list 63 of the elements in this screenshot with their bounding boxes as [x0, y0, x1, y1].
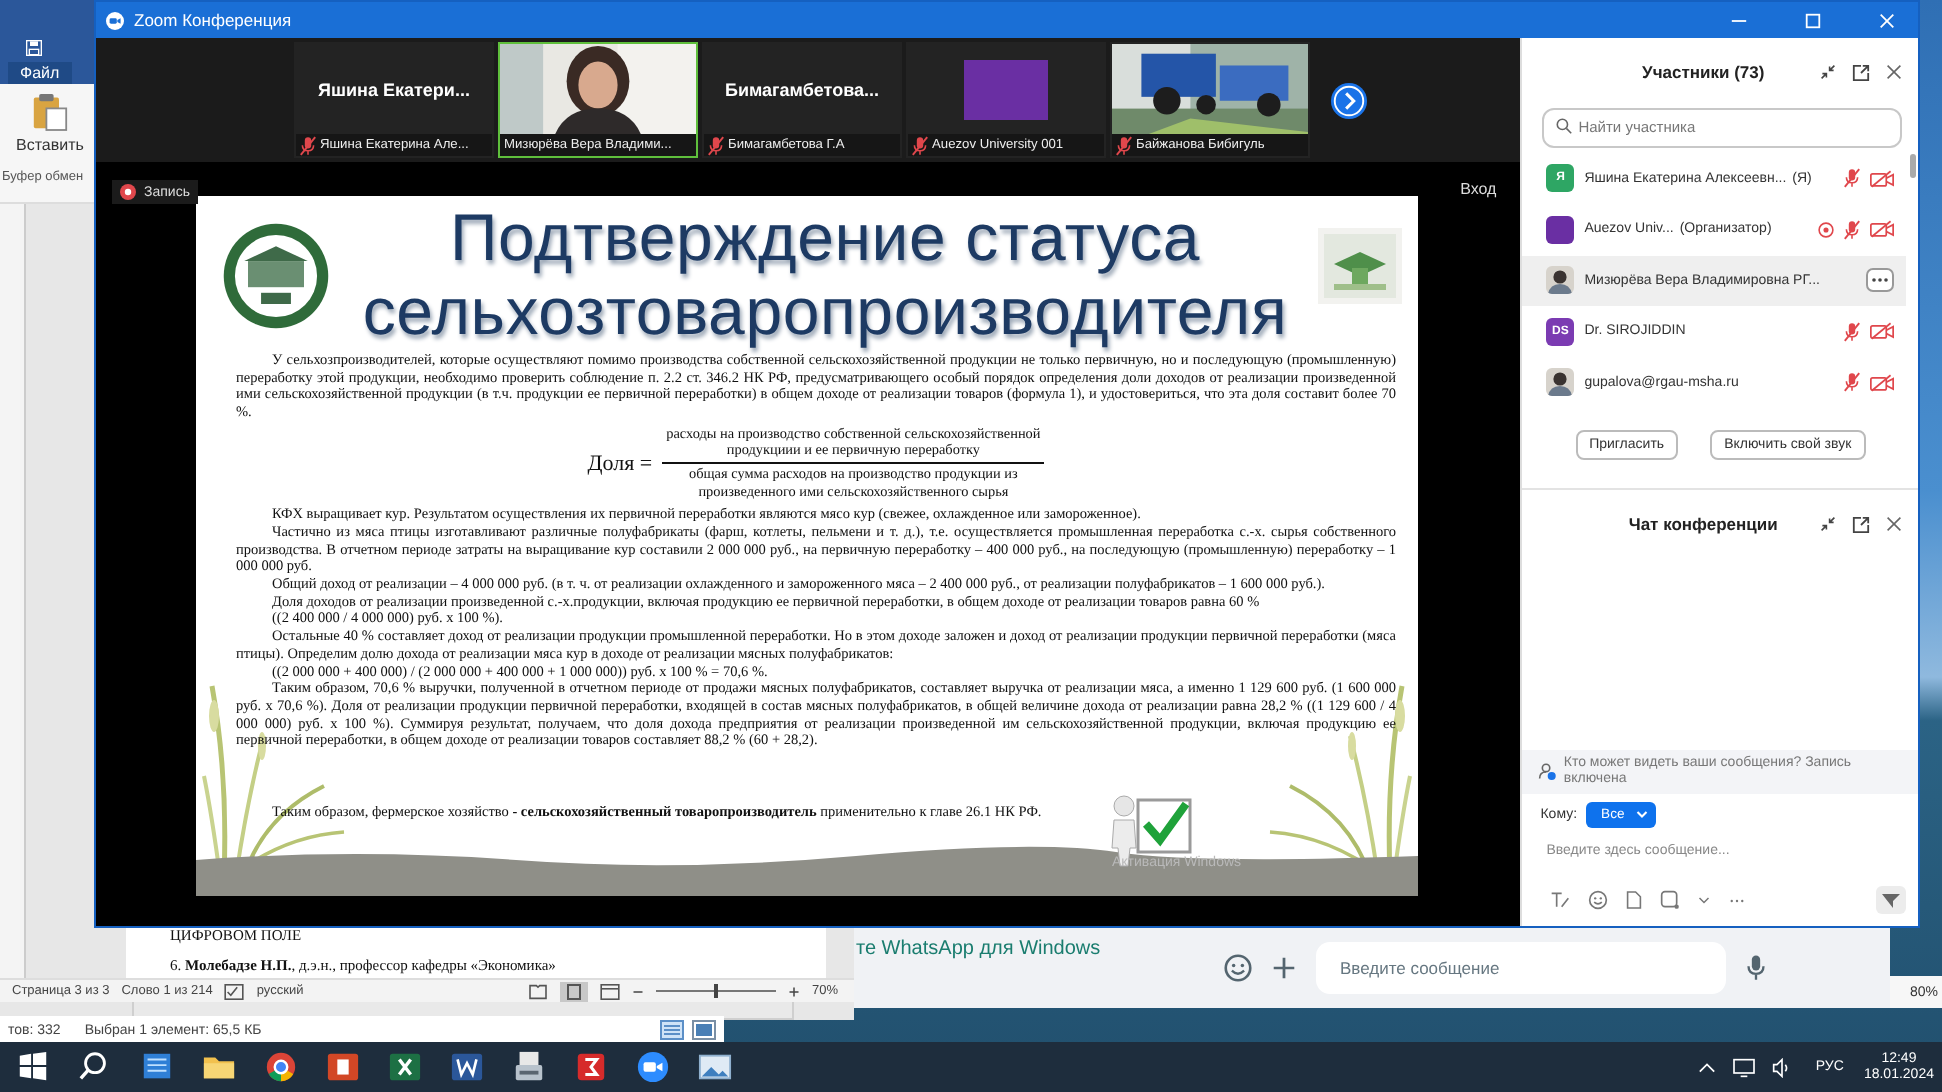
read-mode-icon[interactable]: [527, 983, 548, 999]
volume-icon[interactable]: [1771, 1057, 1792, 1077]
download-link[interactable]: те WhatsApp для Windows: [856, 938, 1101, 960]
window-title: Zoom Конференция: [134, 10, 292, 30]
slide-title: сельхозтоваропроизводителя: [362, 276, 1288, 348]
spreadsheet-app-icon[interactable]: [388, 1050, 422, 1084]
file-tab[interactable]: Файл: [8, 62, 72, 84]
emoji-icon[interactable]: [1224, 953, 1252, 981]
web-layout-icon[interactable]: [599, 983, 620, 999]
proofing-icon[interactable]: [224, 983, 245, 999]
close-icon[interactable]: [1886, 64, 1902, 80]
zoom-out-icon[interactable]: [631, 985, 644, 997]
presentation-app-icon[interactable]: [326, 1050, 360, 1084]
document-icon[interactable]: [140, 1050, 174, 1084]
caret-icon[interactable]: [1698, 895, 1711, 905]
windows-logo-icon[interactable]: [16, 1050, 50, 1084]
more-icon[interactable]: [1728, 897, 1747, 903]
panel-title: Чат конференции: [1626, 514, 1780, 534]
plus-icon[interactable]: [1272, 955, 1296, 979]
close-icon[interactable]: [1886, 516, 1902, 532]
word-processor-icon[interactable]: [450, 1050, 484, 1084]
search-icon[interactable]: [78, 1050, 112, 1084]
save-icon[interactable]: [24, 40, 44, 56]
people-icon: [1538, 762, 1558, 782]
details-view-icon[interactable]: [660, 1020, 684, 1040]
record-icon: [120, 184, 136, 200]
participant-name: Яшина Екатери...: [318, 79, 470, 99]
panel-title: Участники (73): [1640, 62, 1767, 82]
slider-thumb[interactable]: [713, 984, 718, 998]
collapse-icon[interactable]: [1820, 516, 1836, 532]
emblem-icon: [220, 219, 332, 331]
collapse-icon[interactable]: [1820, 64, 1836, 80]
emoji-icon[interactable]: [1588, 890, 1609, 910]
participant-name: Бимагамбетова...: [725, 79, 879, 99]
message-field[interactable]: Введите сообщение: [1316, 941, 1726, 993]
formula-text: Доля =: [587, 451, 653, 475]
search-icon: [1556, 118, 1573, 134]
screenshot-icon[interactable]: [1660, 890, 1681, 910]
scanner-icon[interactable]: [512, 1050, 546, 1084]
slide-title: Подтверждение статуса: [449, 202, 1201, 274]
image-viewer-icon[interactable]: [698, 1050, 732, 1084]
app-logo-icon: [106, 11, 124, 29]
browser-icon[interactable]: [264, 1050, 298, 1084]
app-icon[interactable]: [574, 1050, 608, 1084]
video-meeting-icon[interactable]: [636, 1050, 670, 1084]
pop-out-icon[interactable]: [1852, 63, 1870, 81]
more-options-icon[interactable]: [1866, 268, 1894, 293]
microphone-icon[interactable]: [1746, 953, 1766, 981]
next-page-icon[interactable]: [1330, 81, 1368, 119]
pop-out-icon[interactable]: [1852, 515, 1870, 533]
caret-icon: [1636, 810, 1649, 820]
clipboard-icon: [31, 92, 68, 132]
chevron-up-icon[interactable]: [1697, 1061, 1716, 1073]
sign-in-button[interactable]: Вход: [1460, 180, 1497, 198]
maximize-icon[interactable]: [1803, 11, 1821, 29]
text-format-icon[interactable]: [1550, 890, 1571, 910]
print-layout-icon[interactable]: [559, 981, 588, 1001]
file-icon[interactable]: [1626, 890, 1643, 910]
zoom-in-icon[interactable]: [787, 985, 800, 997]
tiles-view-icon[interactable]: [692, 1020, 716, 1040]
scrollbar[interactable]: [1910, 153, 1916, 177]
paste-button[interactable]: Вставить: [16, 92, 84, 154]
send-icon[interactable]: [1876, 886, 1906, 914]
